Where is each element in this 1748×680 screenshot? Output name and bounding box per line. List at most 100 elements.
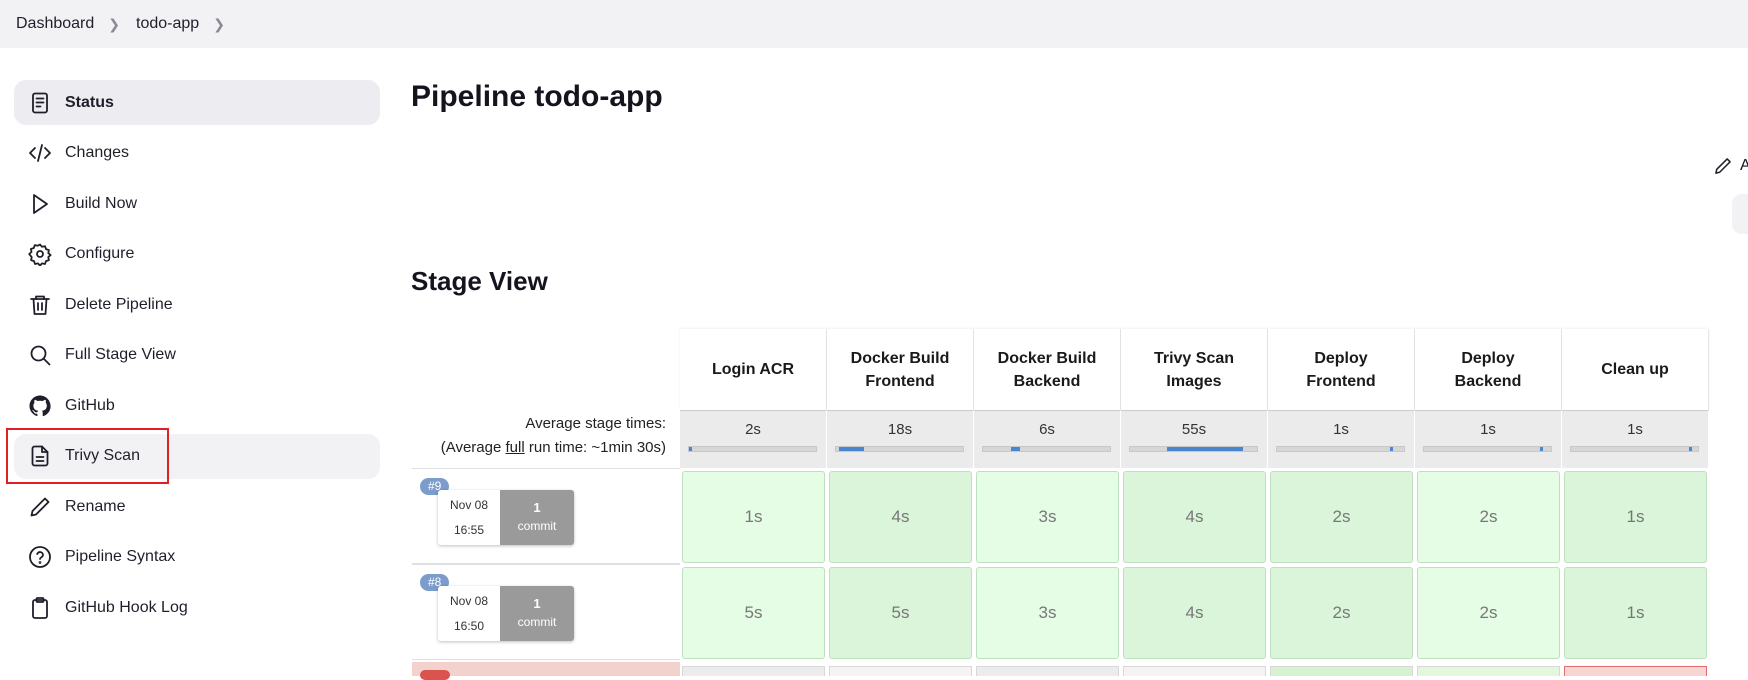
stage-cell[interactable]: 1s: [682, 471, 825, 563]
stage-cell[interactable]: 2s: [1417, 567, 1560, 659]
sidebar-item-status[interactable]: Status: [14, 80, 380, 125]
avg-run-suffix: run time: ~1min 30s): [524, 439, 666, 456]
stage-name: Clean up: [1601, 358, 1669, 381]
build-card[interactable]: Nov 08 16:55 1 commit: [438, 490, 574, 545]
stage-cell[interactable]: 5s: [682, 567, 825, 659]
stage-column: Login ACR 2s 1s 5s: [680, 329, 827, 662]
sidebar-item-configure[interactable]: Configure: [14, 232, 380, 277]
build-card[interactable]: Nov 08 16:50 1 commit: [438, 586, 574, 641]
sidebar: Status Changes Build Now Configure Delet…: [14, 80, 380, 636]
build-timestamp: Nov 08 16:55: [438, 490, 500, 545]
breadcrumb-dashboard[interactable]: Dashboard: [16, 15, 94, 33]
stage-name: Docker Build Frontend: [851, 347, 950, 393]
stage-cell[interactable]: [1123, 666, 1266, 676]
build-badge[interactable]: [420, 670, 450, 680]
sidebar-item-label: Configure: [65, 245, 135, 262]
breadcrumb: Dashboard ❯ todo-app ❯: [0, 0, 1748, 48]
stage-cell[interactable]: 1s: [1564, 471, 1707, 563]
sidebar-item-build-now[interactable]: Build Now: [14, 181, 380, 226]
stage-header: Login ACR: [680, 329, 827, 410]
stage-progress-fill: [1540, 447, 1543, 451]
stage-average: 6s: [974, 410, 1121, 468]
github-icon: [26, 392, 54, 420]
edit-description-link[interactable]: A: [1740, 157, 1748, 175]
stage-average: 1s: [1415, 410, 1562, 468]
stage-column: Docker Build Backend 6s 3s 3s: [974, 329, 1121, 662]
pencil-icon: [26, 493, 54, 521]
edit-description-icon[interactable]: [1713, 156, 1735, 178]
stage-cell[interactable]: 2s: [1270, 471, 1413, 563]
stage-header: Docker Build Backend: [974, 329, 1121, 410]
stage-average-time: 1s: [1333, 421, 1349, 438]
breadcrumb-todo-app[interactable]: todo-app: [136, 15, 199, 33]
stage-cell[interactable]: [682, 666, 825, 676]
stage-name-line: Deploy: [1461, 349, 1515, 367]
commit-count-badge[interactable]: 1 commit: [500, 586, 574, 641]
stage-progress-fill: [689, 447, 692, 451]
stage-name: Docker Build Backend: [998, 347, 1097, 393]
stage-name-line: Frontend: [1306, 372, 1376, 390]
build-row-header: #8 Nov 08 16:50 1 commit: [412, 564, 680, 660]
stage-cell[interactable]: 3s: [976, 567, 1119, 659]
sidebar-item-label: GitHub Hook Log: [65, 598, 188, 616]
sidebar-item-github-hook-log[interactable]: GitHub Hook Log: [14, 585, 380, 630]
stage-progress-bar: [1276, 446, 1405, 452]
sidebar-item-full-stage-view[interactable]: Full Stage View: [14, 333, 380, 378]
stage-name: Login ACR: [712, 358, 794, 381]
stage-header: Clean up: [1562, 329, 1709, 410]
stage-average: 55s: [1121, 410, 1268, 468]
code-icon: [26, 139, 54, 167]
stage-cell[interactable]: 2s: [1417, 471, 1560, 563]
sidebar-item-github[interactable]: GitHub: [14, 383, 380, 428]
stage-progress-fill: [1390, 447, 1393, 451]
help-circle-icon: [26, 543, 54, 571]
stage-column: Deploy Backend 1s 2s 2s: [1415, 329, 1562, 662]
build-row-header: #9 Nov 08 16:55 1 commit: [412, 468, 680, 564]
stage-cell[interactable]: 4s: [1123, 471, 1266, 563]
stage-column: Clean up 1s 1s 1s: [1562, 329, 1709, 662]
commit-label: commit: [517, 519, 557, 533]
stage-cell[interactable]: [1417, 666, 1560, 676]
chevron-right-icon[interactable]: ❯: [213, 16, 225, 33]
sidebar-item-delete-pipeline[interactable]: Delete Pipeline: [14, 282, 380, 327]
stage-cell[interactable]: 4s: [1123, 567, 1266, 659]
stage-average: 1s: [1268, 410, 1415, 468]
stage-average-time: 6s: [1039, 421, 1055, 438]
stage-cell[interactable]: [829, 666, 972, 676]
build-date: Nov 08: [449, 498, 489, 512]
stage-name-line: Docker Build: [850, 349, 950, 367]
sidebar-item-pipeline-syntax[interactable]: Pipeline Syntax: [14, 535, 380, 580]
stage-name-line: Docker Build: [997, 349, 1097, 367]
stage-cell[interactable]: 4s: [829, 471, 972, 563]
stage-average-time: 55s: [1181, 421, 1207, 438]
avg-stage-times-text: Average stage times:: [525, 415, 666, 432]
stage-average-time: 1s: [1480, 421, 1496, 438]
avg-run-prefix: (Average: [440, 439, 506, 456]
stage-cell[interactable]: 3s: [976, 471, 1119, 563]
stage-name: Deploy Frontend: [1306, 347, 1375, 393]
sidebar-item-rename[interactable]: Rename: [14, 484, 380, 529]
stage-cell[interactable]: [1270, 666, 1413, 676]
sidebar-item-label: Rename: [65, 497, 126, 515]
sidebar-item-label: Status: [65, 93, 114, 111]
highlight-annotation: [6, 428, 169, 484]
commit-count-badge[interactable]: 1 commit: [500, 490, 574, 545]
stage-header: Deploy Backend: [1415, 329, 1562, 410]
commit-count: 1: [533, 596, 541, 611]
side-control[interactable]: [1732, 194, 1748, 234]
stage-cell[interactable]: 2s: [1270, 567, 1413, 659]
build-date: Nov 08: [449, 594, 489, 608]
stage-cell[interactable]: 5s: [829, 567, 972, 659]
stage-cell[interactable]: [976, 666, 1119, 676]
build-time: 16:55: [453, 523, 485, 537]
trash-icon: [26, 291, 54, 319]
stage-name: Deploy Backend: [1455, 347, 1522, 393]
stage-progress-bar: [1129, 446, 1258, 452]
sidebar-item-label: Build Now: [65, 194, 138, 212]
stage-name-line: Images: [1166, 372, 1222, 390]
stage-cell[interactable]: 1s: [1564, 567, 1707, 659]
full-run-time-link[interactable]: full: [506, 439, 525, 456]
avg-run-time-text: (Average full run time: ~1min 30s): [412, 436, 666, 460]
sidebar-item-changes[interactable]: Changes: [14, 131, 380, 176]
stage-cell[interactable]: [1564, 666, 1707, 676]
